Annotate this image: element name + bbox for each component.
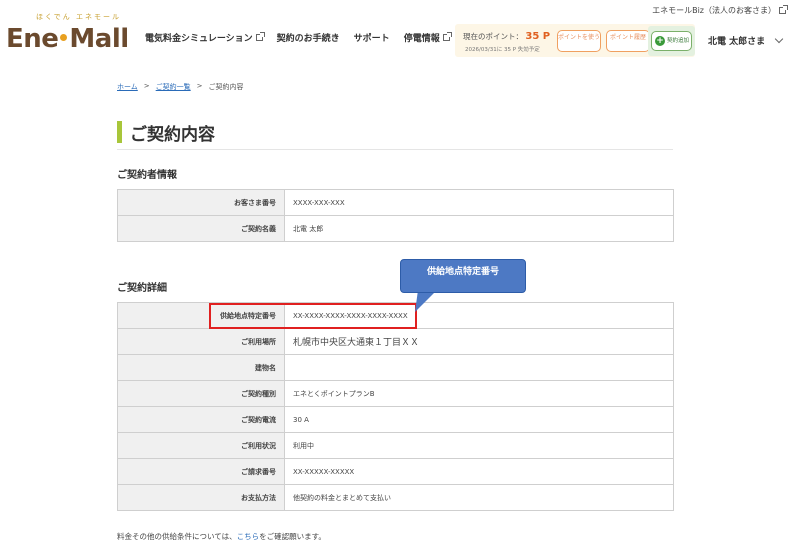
biz-link-label: エネモールBiz（法人のお客さま） — [652, 6, 776, 15]
row-label: ご利用場所 — [117, 328, 285, 355]
add-contract-button[interactable]: + 契約追加 — [651, 31, 692, 51]
row-label: ご請求番号 — [117, 458, 285, 485]
points-label-text: 現在のポイント： — [463, 32, 523, 41]
footer-note: 料金その他の供給条件については、こちらをご確認願います。 — [117, 531, 326, 542]
breadcrumb-separator: > — [143, 82, 150, 90]
biz-link[interactable]: エネモールBiz（法人のお客さま） — [652, 5, 788, 16]
nav-item-label: サポート — [353, 34, 390, 44]
use-points-button[interactable]: ポイントを使う — [557, 30, 601, 52]
points-panel: 現在のポイント： 35 P 2026/03/31に 35 P 失効予定 ポイント… — [455, 24, 695, 57]
main-nav: 電気料金シミュレーション 契約のお手続き サポート 停電情報 — [145, 31, 452, 44]
points-label: 現在のポイント： 35 P — [463, 31, 550, 42]
page-title: ご契約内容 — [130, 125, 215, 145]
nav-item-support[interactable]: サポート — [354, 31, 390, 44]
footer-prefix: 料金その他の供給条件については、 — [117, 532, 237, 541]
points-expire: 2026/03/31に 35 P 失効予定 — [465, 47, 540, 53]
contractor-info-table: お客さま番号 XXXX-XXX-XXX ご契約名義 北電 太郎 — [117, 189, 674, 242]
title-accent-bar — [117, 121, 122, 143]
chevron-down-icon[interactable] — [774, 34, 784, 44]
breadcrumb-contract-list[interactable]: ご契約一覧 — [156, 82, 191, 92]
table-row: ご利用状況 利用中 — [117, 432, 674, 459]
row-value: 札幌市中央区大通東１丁目ＸＸ — [284, 328, 674, 355]
breadcrumb-separator: > — [196, 82, 203, 90]
contract-add-area: + 契約追加 — [648, 26, 695, 56]
row-label: ご契約種別 — [117, 380, 285, 407]
row-value: 他契約の料金とまとめて支払い — [284, 484, 674, 511]
row-label: ご利用状況 — [117, 432, 285, 459]
table-row: お支払方法 他契約の料金とまとめて支払い — [117, 484, 674, 511]
row-value — [284, 354, 674, 381]
row-value: XX-XXXXX-XXXXX — [284, 458, 674, 485]
nav-item-simulation[interactable]: 電気料金シミュレーション — [145, 31, 265, 44]
row-label: ご契約名義 — [117, 215, 285, 242]
plus-icon: + — [655, 36, 665, 46]
table-row: 建物名 — [117, 354, 674, 381]
points-value: 35 P — [525, 31, 551, 42]
footer-suffix: をご確認願います。 — [259, 532, 326, 541]
breadcrumb: ホーム > ご契約一覧 > ご契約内容 — [117, 82, 244, 92]
external-link-icon — [779, 5, 788, 14]
row-value: XXXX-XXX-XXX — [284, 189, 674, 216]
logo-dot-icon — [60, 34, 68, 41]
row-label: ご契約電流 — [117, 406, 285, 433]
row-label: 建物名 — [117, 354, 285, 381]
logo-text-ene: Ene — [6, 24, 59, 54]
logo-kana: ほくでん エネモール — [36, 13, 122, 21]
table-row: ご契約種別 エネとくポイントプランB — [117, 380, 674, 407]
nav-item-procedures[interactable]: 契約のお手続き — [277, 31, 340, 44]
nav-item-outage[interactable]: 停電情報 — [403, 31, 452, 44]
external-link-icon — [255, 32, 265, 41]
logo-text-mall: Mall — [69, 24, 129, 54]
table-row: ご請求番号 XX-XXXXX-XXXXX — [117, 458, 674, 485]
user-menu[interactable]: 北電 太郎さま — [708, 34, 765, 47]
logo-text: Ene Mall — [6, 24, 129, 54]
supply-conditions-link[interactable]: こちら — [237, 532, 260, 541]
nav-item-label: 停電情報 — [403, 34, 440, 44]
row-value: 30 A — [284, 406, 674, 433]
page-title-area: ご契約内容 — [117, 118, 673, 150]
external-link-icon — [442, 32, 452, 41]
breadcrumb-current: ご契約内容 — [208, 83, 244, 91]
breadcrumb-home[interactable]: ホーム — [117, 82, 138, 92]
callout-label: 供給地点特定番号 — [400, 259, 526, 293]
points-history-button[interactable]: ポイント履歴 — [606, 30, 650, 52]
nav-item-label: 電気料金シミュレーション — [145, 34, 253, 44]
table-row: ご契約名義 北電 太郎 — [117, 215, 674, 242]
table-row: ご契約電流 30 A — [117, 406, 674, 433]
table-row: お客さま番号 XXXX-XXX-XXX — [117, 189, 674, 216]
logo[interactable]: ほくでん エネモール Ene Mall — [6, 12, 131, 54]
table-row: ご利用場所 札幌市中央区大通東１丁目ＸＸ — [117, 328, 674, 355]
row-label: お客さま番号 — [117, 189, 285, 216]
nav-item-label: 契約のお手続き — [276, 34, 340, 44]
row-label: お支払方法 — [117, 484, 285, 511]
highlight-box — [209, 303, 417, 329]
section-title-contract-details: ご契約詳細 — [117, 283, 167, 294]
section-title-contractor: ご契約者情報 — [117, 170, 177, 181]
contract-details-table: 供給地点特定番号 XX-XXXX-XXXX-XXXX-XXXX-XXXX ご利用… — [117, 302, 674, 511]
row-value: 北電 太郎 — [284, 215, 674, 242]
add-contract-label: 契約追加 — [667, 37, 690, 44]
row-value: エネとくポイントプランB — [284, 380, 674, 407]
row-value: 利用中 — [284, 432, 674, 459]
